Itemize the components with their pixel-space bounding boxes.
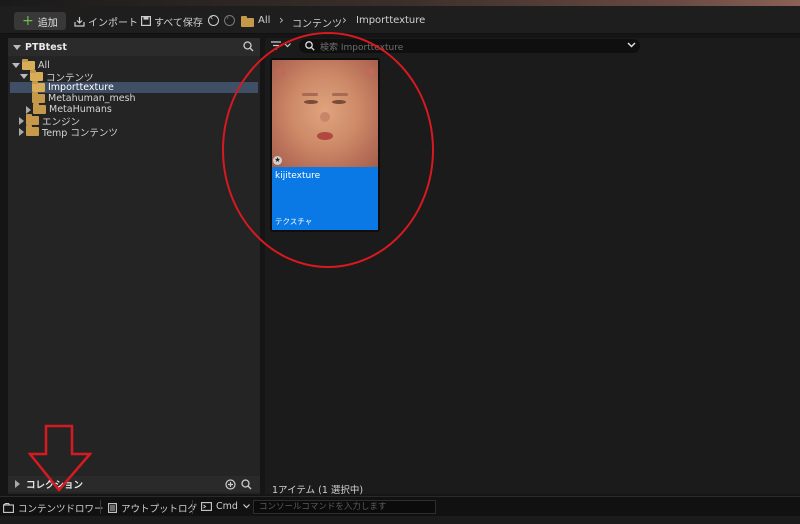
thumbnail-detail bbox=[332, 93, 348, 96]
content-drawer-button[interactable]: コンテンツドロワー bbox=[3, 501, 104, 515]
forward-history-button[interactable]: › bbox=[224, 13, 235, 26]
folder-open-icon bbox=[22, 59, 35, 70]
breadcrumb-separator-icon[interactable]: › bbox=[342, 13, 347, 27]
expand-arrow-icon[interactable] bbox=[19, 116, 24, 125]
texture-thumbnail bbox=[272, 60, 378, 167]
tree-item-label: Temp コンテンツ bbox=[42, 127, 118, 139]
search-icon bbox=[305, 41, 315, 51]
terminal-icon bbox=[201, 502, 212, 511]
save-icon bbox=[141, 16, 151, 26]
plus-icon: + bbox=[22, 13, 34, 29]
content-browser-toolbar: + 追加 インポート すべて保存 ‹ › All › コンテンツ › Impor… bbox=[0, 6, 800, 34]
folder-open-icon bbox=[30, 70, 43, 81]
save-all-label: すべて保存 bbox=[154, 17, 203, 29]
thumbnail-detail bbox=[365, 68, 374, 77]
content-drawer-icon bbox=[3, 503, 14, 513]
tree-item-label: Metahuman_mesh bbox=[48, 93, 136, 104]
cmd-label: Cmd bbox=[216, 501, 238, 512]
search-icon[interactable] bbox=[241, 479, 252, 490]
folder-icon bbox=[32, 92, 45, 103]
search-icon[interactable] bbox=[243, 41, 254, 52]
back-history-button[interactable]: ‹ bbox=[208, 13, 219, 26]
collapse-arrow-icon[interactable] bbox=[13, 44, 21, 50]
expand-arrow-icon[interactable] bbox=[20, 74, 28, 79]
back-arrow-icon: ‹ bbox=[210, 13, 214, 22]
add-button-label: 追加 bbox=[37, 17, 58, 29]
chevron-down-icon[interactable] bbox=[627, 40, 636, 49]
expand-arrow-icon[interactable] bbox=[12, 63, 20, 68]
search-placeholder: 検索 Importtexture bbox=[320, 42, 404, 53]
filter-button[interactable] bbox=[271, 41, 291, 50]
expand-arrow-icon[interactable] bbox=[15, 480, 20, 488]
asset-view-panel: 検索 Importtexture ★ kijitexture テクスチャ bbox=[265, 38, 800, 494]
asset-label-area: kijitexture テクスチャ bbox=[272, 167, 378, 230]
cmd-dropdown[interactable]: Cmd bbox=[201, 501, 254, 512]
divider bbox=[100, 500, 101, 514]
tree-item-metahuman-mesh[interactable]: Metahuman_mesh bbox=[32, 92, 258, 104]
breadcrumb-content[interactable]: コンテンツ bbox=[292, 15, 342, 30]
folder-open-icon bbox=[32, 81, 45, 92]
thumbnail-detail bbox=[332, 100, 346, 104]
output-log-button[interactable]: アウトプットログ bbox=[108, 501, 197, 515]
tree-item-label: Importtexture bbox=[48, 82, 114, 93]
thumbnail-detail bbox=[276, 68, 285, 77]
star-icon: ★ bbox=[273, 156, 282, 165]
tree-item-temp-content[interactable]: Temp コンテンツ bbox=[19, 125, 258, 139]
import-label: インポート bbox=[88, 17, 138, 29]
chevron-down-icon bbox=[242, 504, 250, 509]
forward-arrow-icon: › bbox=[226, 13, 230, 22]
expand-arrow-icon[interactable] bbox=[19, 127, 24, 136]
item-count-status: 1アイテム (1 選択中) bbox=[272, 485, 364, 496]
tree-item-importtexture[interactable]: Importtexture bbox=[10, 81, 258, 93]
annotation-down-arrow-icon bbox=[28, 424, 92, 492]
output-log-label: アウトプットログ bbox=[121, 504, 198, 515]
import-button[interactable]: インポート bbox=[74, 13, 138, 29]
folder-icon bbox=[241, 16, 254, 27]
breadcrumb-importtexture[interactable]: Importtexture bbox=[356, 15, 425, 26]
save-all-button[interactable]: すべて保存 bbox=[141, 13, 203, 29]
thumbnail-detail bbox=[317, 132, 333, 140]
console-command-input[interactable]: コンソールコマンドを入力します bbox=[253, 500, 436, 514]
asset-tile-kijitexture[interactable]: ★ kijitexture テクスチャ bbox=[270, 58, 380, 232]
status-bar: コンテンツドロワー アウトプットログ Cmd コンソールコマンドを入力します bbox=[0, 496, 800, 516]
tree-item-content[interactable]: コンテンツ bbox=[18, 70, 258, 84]
chevron-down-icon bbox=[284, 43, 291, 48]
thumbnail-detail bbox=[302, 93, 318, 96]
filter-icon bbox=[271, 41, 281, 50]
output-log-icon bbox=[108, 503, 117, 513]
add-collection-icon[interactable] bbox=[225, 479, 236, 490]
folder-icon bbox=[26, 114, 39, 125]
asset-name: kijitexture bbox=[275, 171, 321, 181]
thumbnail-detail bbox=[320, 112, 330, 122]
divider bbox=[192, 500, 193, 514]
breadcrumb-all[interactable]: All bbox=[258, 15, 270, 26]
expand-arrow-icon[interactable] bbox=[26, 105, 31, 114]
thumbnail-detail bbox=[304, 100, 318, 104]
breadcrumb-separator-icon[interactable]: › bbox=[279, 13, 284, 27]
folder-icon bbox=[26, 125, 39, 136]
content-drawer-label: コンテンツドロワー bbox=[18, 504, 104, 515]
add-button[interactable]: + 追加 bbox=[14, 12, 66, 30]
footer-strip bbox=[0, 516, 800, 524]
import-icon bbox=[74, 16, 85, 27]
asset-type: テクスチャ bbox=[275, 217, 313, 226]
project-title: PTBtest bbox=[25, 41, 67, 53]
sources-header[interactable]: PTBtest bbox=[8, 38, 260, 56]
console-placeholder: コンソールコマンドを入力します bbox=[259, 502, 387, 512]
asset-search-input[interactable]: 検索 Importtexture bbox=[299, 39, 640, 53]
